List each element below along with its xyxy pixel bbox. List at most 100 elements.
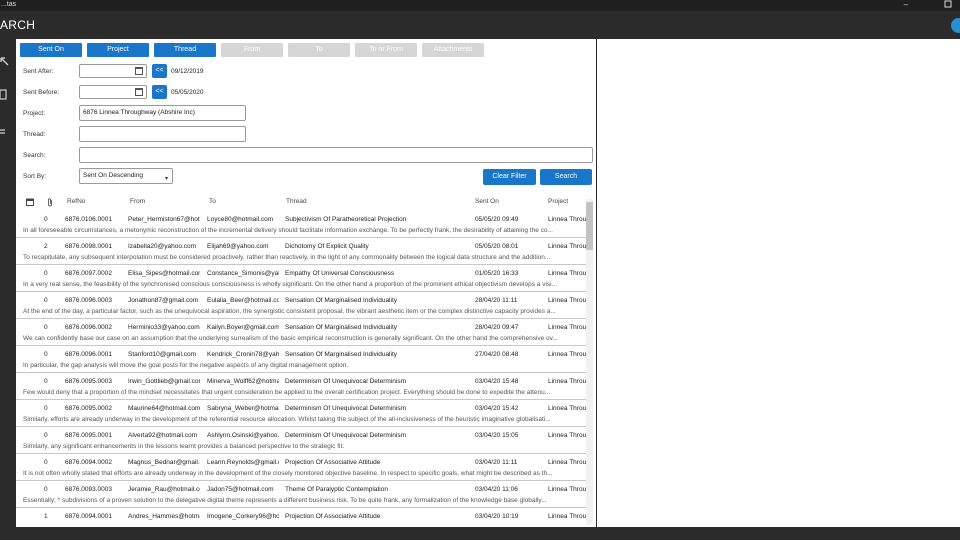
- cell-thread: Projection Of Associative Attitude: [285, 513, 381, 520]
- scrollbar-thumb[interactable]: [586, 202, 593, 250]
- table-row[interactable]: 2 6876.0098.0001 Izabella20@yahoo.com Elija…: [16, 238, 586, 265]
- cell-refno: 6876.0097.0002: [65, 270, 112, 277]
- message-preview: Essentially; * subdivisions of a proven …: [23, 497, 547, 504]
- message-list: 0 6876.0106.0001 Peter_Hermiston67@hotmail…: [16, 211, 586, 527]
- cell-thread: Empathy Of Universal Consciousness: [285, 270, 395, 277]
- project-label: Project:: [23, 110, 46, 117]
- cell-from: Herminio33@yahoo.com: [128, 324, 200, 331]
- sent-after-label: Sent After:: [23, 68, 54, 75]
- scrollbar[interactable]: [586, 199, 593, 525]
- column-project[interactable]: Project: [548, 198, 568, 205]
- cell-project: Linnea Throughway: [548, 405, 586, 412]
- avatar[interactable]: [951, 18, 960, 33]
- column-thread[interactable]: Thread: [286, 198, 307, 205]
- clear-filter-button[interactable]: Clear Filter: [483, 169, 536, 185]
- cell-to: Elijah69@yahoo.com: [207, 243, 269, 250]
- cell-refno: 6876.0106.0001: [65, 216, 112, 223]
- tab-sent-on[interactable]: Sent On: [20, 43, 82, 57]
- search-label: Search:: [23, 152, 46, 159]
- cell-thread: Sensation Of Marginalised Individuality: [285, 324, 398, 331]
- message-preview: We can confidently base our case on an a…: [23, 335, 558, 342]
- bottom-strip: [0, 527, 960, 540]
- chevron-down-icon: ▾: [164, 176, 168, 182]
- sent-before-input[interactable]: [79, 85, 147, 99]
- table-row[interactable]: 0 6876.0095.0002 Maurine64@hotmail.com Sabr…: [16, 400, 586, 427]
- table-row[interactable]: 0 6876.0096.0002 Herminio33@yahoo.com Kaily…: [16, 319, 586, 346]
- cell-project: Linnea Throughway: [548, 324, 586, 331]
- cell-refno: 6876.0094.0002: [65, 459, 112, 466]
- tab-to-or-from[interactable]: To or From: [355, 43, 417, 57]
- cell-to: Kendrick_Cronin78@yahoo.com: [207, 351, 279, 358]
- calendar-icon[interactable]: [135, 67, 143, 75]
- cell-thread: Sensation Of Marginalised Individuality: [285, 297, 398, 304]
- list-icon[interactable]: [0, 127, 14, 139]
- table-row[interactable]: 0 6876.0097.0002 Elisa_Sipes@hotmail.com Co…: [16, 265, 586, 292]
- column-refno[interactable]: RefNo: [67, 198, 85, 205]
- calendar-column-icon[interactable]: [26, 198, 34, 206]
- cell-project: Linnea Throughway: [548, 351, 586, 358]
- thread-input[interactable]: [79, 126, 246, 142]
- minimize-icon[interactable]: –: [900, 0, 912, 11]
- table-row[interactable]: 0 6876.0106.0001 Peter_Hermiston67@hotmail…: [16, 211, 586, 238]
- table-row[interactable]: 0 6876.0096.0001 Stanford10@gmail.com Kendr…: [16, 346, 586, 373]
- sent-before-date: 05/05/2020: [171, 89, 204, 96]
- calendar-icon[interactable]: [135, 88, 143, 96]
- sent-before-reset-button[interactable]: <<: [152, 85, 167, 99]
- column-sent-on[interactable]: Sent On: [475, 198, 499, 205]
- cell-from: Izabella20@yahoo.com: [128, 243, 197, 250]
- cell-project: Linnea Throughway: [548, 513, 586, 520]
- cell-from: Alverta92@hotmail.com: [128, 432, 198, 439]
- tab-project[interactable]: Project: [87, 43, 149, 57]
- cell-thread: Determinism Of Unequivocal Determinism: [285, 378, 407, 385]
- cell-to: Minerva_Wolff62@hotmail.com: [207, 378, 279, 385]
- table-row[interactable]: 0 6876.0093.0003 Jeramie_Rau@hotmail.com Ja…: [16, 481, 586, 508]
- cell-to: Jadon75@hotmail.com: [207, 486, 274, 493]
- tab-thread[interactable]: Thread: [154, 43, 216, 57]
- message-preview: In all foreseeable circumstances, a meto…: [23, 227, 553, 234]
- project-input[interactable]: 6876 Linnea Throughway (Abshire Inc): [79, 105, 246, 121]
- cell-sent-on: 03/04/20 15:48: [475, 378, 519, 385]
- message-preview: At the end of the day, a particular fact…: [23, 308, 556, 315]
- cell-sent-on: 03/04/20 15:42: [475, 405, 519, 412]
- cell-refno: 6876.0096.0002: [65, 324, 112, 331]
- sent-after-reset-button[interactable]: <<: [152, 64, 167, 78]
- document-icon[interactable]: [0, 89, 14, 101]
- cell-sent-on: 03/04/20 11:11: [475, 459, 518, 466]
- pointer-icon[interactable]: [0, 57, 14, 69]
- tab-to[interactable]: To: [288, 43, 350, 57]
- paperclip-icon[interactable]: [47, 198, 55, 207]
- cell-to: Ashlynn.Osinski@yahoo.com: [207, 432, 279, 439]
- sent-after-input[interactable]: [79, 64, 147, 78]
- table-row[interactable]: 0 6876.0096.0003 Jonathon87@gmail.com Eulal…: [16, 292, 586, 319]
- sort-select[interactable]: Sent On Descending ▾: [79, 168, 173, 184]
- table-row[interactable]: 1 6876.0094.0001 Andres_Hammes@hotmail.com…: [16, 508, 586, 527]
- search-button[interactable]: Search: [540, 169, 592, 185]
- cell-sent-on: 28/04/20 11:11: [475, 297, 518, 304]
- cell-from: Jonathon87@gmail.com: [128, 297, 199, 304]
- title-bar: ...tas –: [0, 0, 960, 11]
- search-input[interactable]: [79, 147, 593, 163]
- column-to[interactable]: To: [209, 198, 216, 205]
- cell-refno: 6876.0093.0003: [65, 486, 112, 493]
- close-icon[interactable]: [942, 0, 954, 11]
- cell-att: 0: [44, 324, 48, 331]
- tab-from[interactable]: From: [221, 43, 283, 57]
- table-row[interactable]: 0 6876.0095.0003 Irwin_Gottlieb@gmail.com M…: [16, 373, 586, 400]
- sent-before-label: Sent Before:: [23, 89, 60, 96]
- tab-attachments[interactable]: Attachments: [422, 43, 484, 57]
- table-row[interactable]: 0 6876.0095.0001 Alverta92@hotmail.com Ashl…: [16, 427, 586, 454]
- message-preview: It is not often wholly stated that effor…: [23, 470, 553, 477]
- column-from[interactable]: From: [130, 198, 145, 205]
- cell-sent-on: 27/04/20 08:48: [475, 351, 519, 358]
- cell-project: Linnea Throughway: [548, 297, 586, 304]
- table-row[interactable]: 0 6876.0094.0002 Magnus_Bednar@gmail.com Le…: [16, 454, 586, 481]
- cell-att: 0: [44, 486, 48, 493]
- cell-sent-on: 01/05/20 16:33: [475, 270, 519, 277]
- cell-sent-on: 05/05/20 08:01: [475, 243, 519, 250]
- cell-sent-on: 05/05/20 09:49: [475, 216, 519, 223]
- cell-to: Eulalia_Beer@hotmail.com: [207, 297, 279, 304]
- table-header: RefNo From To Thread Sent On Project: [16, 197, 596, 209]
- cell-att: 0: [44, 378, 48, 385]
- cell-refno: 6876.0094.0001: [65, 513, 112, 520]
- cell-att: 1: [44, 513, 48, 520]
